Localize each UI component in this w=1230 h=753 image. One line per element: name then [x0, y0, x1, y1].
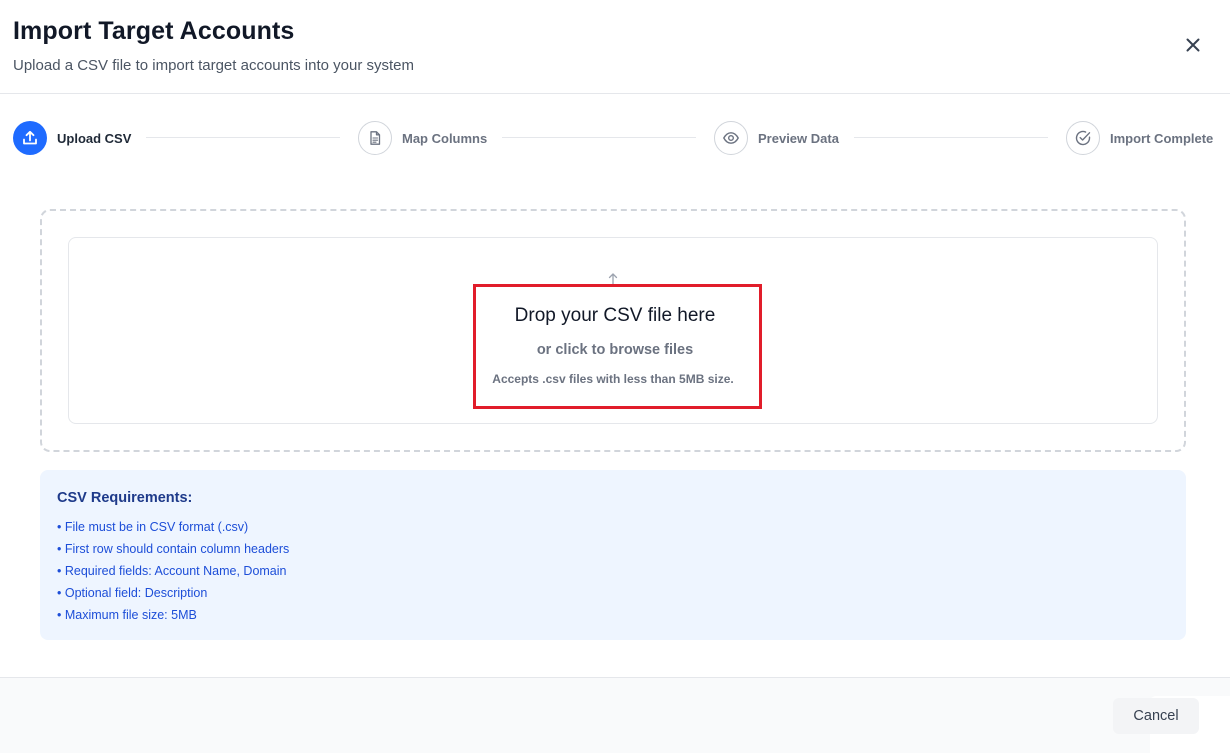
step-label-map-columns: Map Columns [402, 131, 488, 146]
step-upload-csv [13, 121, 47, 155]
upload-icon [23, 130, 37, 145]
step-connector [502, 137, 696, 138]
step-label-preview-data: Preview Data [758, 131, 839, 146]
check-circle-icon [1075, 130, 1091, 146]
close-button[interactable] [1181, 33, 1205, 57]
import-stepper: Upload CSV Map Columns Preview Data Impo… [0, 94, 1230, 184]
step-preview-data [714, 121, 748, 155]
list-item: • File must be in CSV format (.csv) [57, 520, 249, 534]
step-label-import-complete: Import Complete [1110, 131, 1214, 146]
requirements-title: CSV Requirements: [57, 490, 193, 506]
csv-requirements: CSV Requirements: • File must be in CSV … [40, 470, 1186, 640]
close-icon [1186, 38, 1200, 52]
step-label-upload-csv: Upload CSV [57, 131, 132, 146]
step-connector [854, 137, 1048, 138]
import-modal: Import Target Accounts Upload a CSV file… [0, 0, 1230, 753]
cancel-button[interactable]: Cancel [1113, 698, 1199, 734]
modal-header: Import Target Accounts Upload a CSV file… [0, 0, 1230, 94]
step-import-complete [1066, 121, 1100, 155]
list-item: • Maximum file size: 5MB [57, 608, 197, 622]
step-map-columns [358, 121, 392, 155]
list-item: • Required fields: Account Name, Domain [57, 564, 287, 578]
list-item: • Optional field: Description [57, 586, 208, 600]
document-icon [370, 131, 381, 145]
highlight-box [473, 284, 762, 409]
eye-icon [723, 132, 739, 144]
requirements-list: • File must be in CSV format (.csv) • Fi… [57, 519, 289, 629]
modal-subtitle: Upload a CSV file to import target accou… [13, 57, 415, 74]
modal-title: Import Target Accounts [13, 17, 295, 45]
list-item: • First row should contain column header… [57, 542, 290, 556]
step-connector [146, 137, 340, 138]
modal-footer: Cancel [0, 677, 1230, 753]
